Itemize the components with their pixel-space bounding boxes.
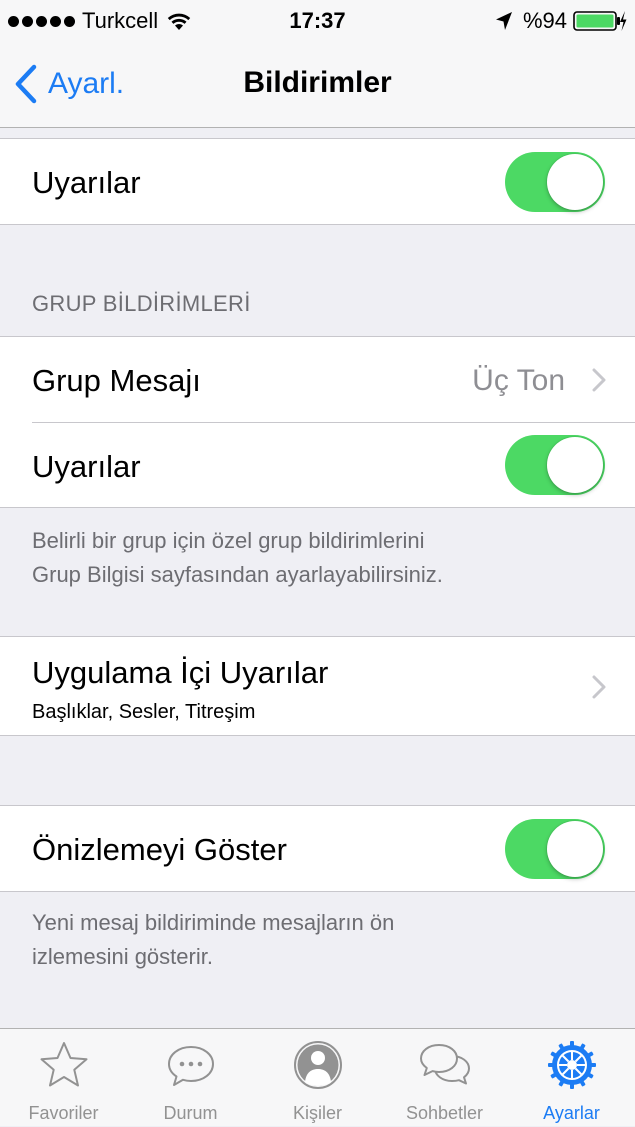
in-app-alerts-row[interactable]: Uygulama İçi Uyarılar Başlıklar, Sesler,… [0, 636, 635, 736]
group-alerts-label: Uyarılar [32, 449, 141, 484]
group-message-value: Üç Ton [472, 364, 565, 397]
group-alerts-row: Uyarılar [0, 423, 635, 509]
tab-favorites[interactable]: Favoriler [0, 1029, 127, 1127]
preview-footer-note: Yeni mesaj bildiriminde mesajların ön iz… [32, 906, 612, 974]
tab-bar: Favoriler Durum Kişiler Sohbetler Ayarla… [0, 1028, 635, 1126]
speech-bubble-icon [168, 1046, 214, 1086]
preview-footer-line-2: izlemesini gösterir. [32, 944, 213, 969]
preview-footer-line-1: Yeni mesaj bildiriminde mesajların ön [32, 910, 395, 935]
gear-icon [548, 1041, 596, 1089]
tab-settings[interactable]: Ayarlar [508, 1029, 635, 1127]
toggle-knob [547, 821, 603, 877]
tab-status[interactable]: Durum [127, 1029, 254, 1127]
toggle-knob [547, 154, 603, 210]
show-preview-row: Önizlemeyi Göster [0, 805, 635, 892]
section-header-group-notifications: GRUP BİLDİRİMLERİ [32, 291, 251, 316]
alerts-toggle[interactable] [505, 152, 605, 212]
status-bar-right: %94 [495, 8, 627, 34]
tab-label: Sohbetler [405, 1103, 484, 1123]
star-icon [40, 1042, 88, 1087]
group-message-label: Grup Mesajı [32, 363, 201, 398]
chevron-right-icon [592, 675, 606, 699]
show-preview-label: Önizlemeyi Göster [32, 832, 287, 867]
alerts-row: Uyarılar [0, 138, 635, 225]
group-message-row[interactable]: Grup Mesajı Üç Ton [0, 337, 635, 423]
battery-charging-icon [573, 11, 627, 31]
tab-label: Kişiler [292, 1103, 342, 1123]
chevron-right-icon [592, 368, 606, 392]
group-footer-line-2: Grup Bilgisi sayfasından ayarlayabilirsi… [32, 562, 443, 587]
tab-label: Favoriler [28, 1103, 99, 1123]
in-app-alerts-label: Uygulama İçi Uyarılar [32, 655, 329, 690]
tab-label: Durum [163, 1103, 218, 1123]
location-arrow-icon [495, 12, 512, 30]
alerts-label: Uyarılar [32, 165, 141, 200]
page-title: Bildirimler [243, 66, 392, 99]
group-footer-line-1: Belirli bir grup için özel grup bildirim… [32, 528, 425, 553]
tab-contacts[interactable]: Kişiler [254, 1029, 381, 1127]
group-alerts-toggle[interactable] [505, 435, 605, 495]
toggle-knob [547, 437, 603, 493]
battery-percentage: %94 [522, 8, 567, 33]
show-preview-toggle[interactable] [505, 819, 605, 879]
in-app-alerts-subtitle: Başlıklar, Sesler, Titreşim [32, 701, 256, 723]
tab-chats[interactable]: Sohbetler [381, 1029, 508, 1127]
person-icon [294, 1041, 342, 1089]
group-footer-note: Belirli bir grup için özel grup bildirim… [32, 524, 612, 592]
chat-bubbles-icon [420, 1044, 470, 1085]
status-bar: Turkcell 17:37 %94 [0, 0, 635, 42]
tab-label: Ayarlar [543, 1103, 600, 1123]
navigation-bar: Ayarl. Bildirimler [0, 42, 635, 128]
group-notifications-section: Grup Mesajı Üç Ton Uyarılar [0, 336, 635, 508]
